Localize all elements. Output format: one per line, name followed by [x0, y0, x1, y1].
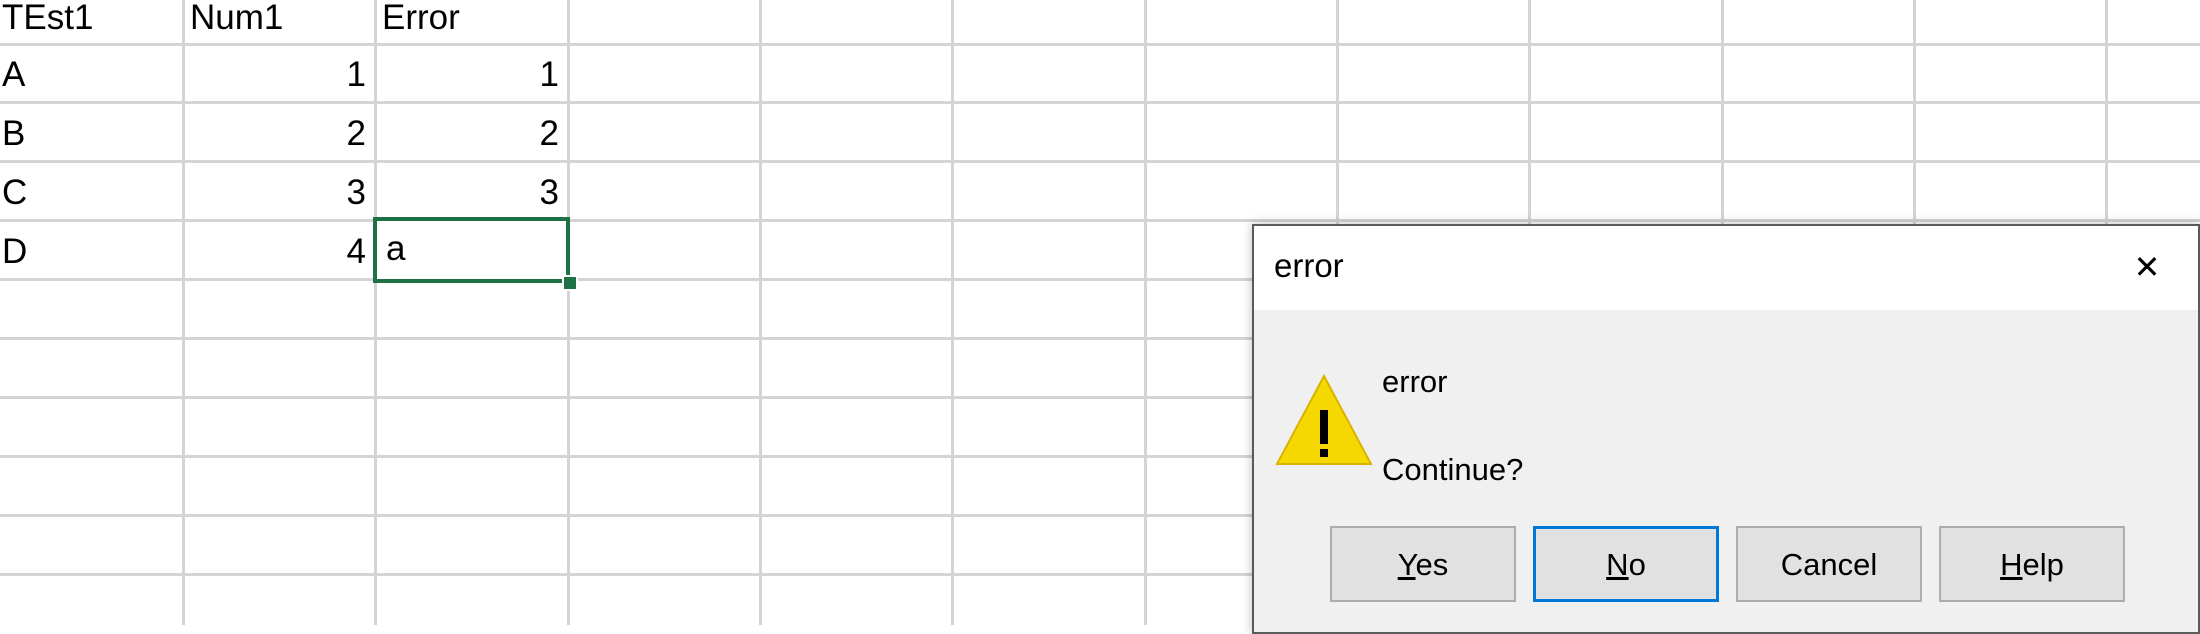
cell-c1[interactable]: Error [377, 0, 567, 46]
cell-a5[interactable]: D [0, 224, 182, 280]
dialog-message: error [1382, 364, 1448, 399]
cell-c2[interactable]: 1 [377, 47, 567, 103]
cell-b2[interactable]: 1 [185, 47, 374, 103]
active-cell-value: a [386, 229, 406, 268]
dialog-title: error [1274, 247, 1344, 284]
cell-b5[interactable]: 4 [185, 224, 374, 280]
cell-b4[interactable]: 3 [185, 165, 374, 221]
grid-column-line [1144, 0, 1147, 625]
grid-column-line [951, 0, 954, 625]
help-button[interactable]: Help [1939, 526, 2125, 602]
error-dialog: error ✕ error Continue? Yes No Cancel He… [1252, 224, 2200, 634]
cell-b3[interactable]: 2 [185, 106, 374, 162]
dialog-question: Continue? [1382, 452, 1524, 487]
cell-a1[interactable]: TEst1 [0, 0, 182, 46]
cell-a2[interactable]: A [0, 47, 182, 103]
cell-a3[interactable]: B [0, 106, 182, 162]
cell-b1[interactable]: Num1 [185, 0, 374, 46]
dialog-titlebar: error ✕ [1254, 226, 2198, 310]
fill-handle[interactable] [562, 275, 578, 291]
cell-a4[interactable]: C [0, 165, 182, 221]
cell-c3[interactable]: 2 [377, 106, 567, 162]
warning-icon [1275, 373, 1373, 465]
cancel-button[interactable]: Cancel [1736, 526, 1922, 602]
close-button[interactable]: ✕ [2122, 242, 2172, 292]
yes-button[interactable]: Yes [1330, 526, 1516, 602]
active-cell-c5[interactable]: a [373, 217, 570, 283]
no-button[interactable]: No [1533, 526, 1719, 602]
grid-column-line [759, 0, 762, 625]
grid-column-line [567, 0, 570, 625]
cell-c4[interactable]: 3 [377, 165, 567, 221]
